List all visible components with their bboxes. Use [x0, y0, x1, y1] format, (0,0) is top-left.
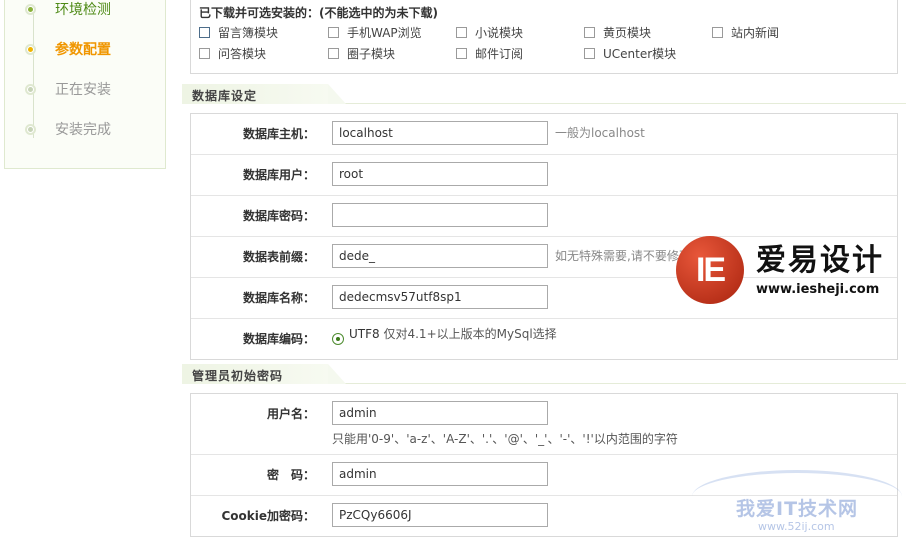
db-name-input[interactable]: [332, 285, 548, 309]
checkbox-icon[interactable]: [199, 27, 210, 38]
db-prefix-hint: 如无特殊需要,请不要修改: [555, 249, 691, 263]
step-dot-icon: [25, 43, 36, 55]
db-user-input[interactable]: [332, 162, 548, 186]
db-charset-row: 数据库编码： UTF8 仅对4.1+以上版本的MySql选择: [191, 319, 897, 359]
watermark-site-url: www.52ij.com: [758, 520, 835, 533]
module-ucenter-checkbox[interactable]: UCenter模块: [584, 45, 676, 62]
52ij-watermark: 我爱IT技术网 www.52ij.com: [688, 470, 906, 540]
module-sitenews-checkbox[interactable]: 站内新闻: [712, 24, 779, 41]
db-password-row: 数据库密码：: [191, 196, 897, 237]
step-dot-icon: [25, 83, 36, 95]
module-mail-checkbox[interactable]: 邮件订阅: [456, 45, 523, 62]
iesheji-watermark-logo: IE 爱易设计 www.iesheji.com: [676, 236, 884, 304]
watermark-brand: 爱易设计: [756, 242, 884, 278]
checkbox-icon[interactable]: [584, 27, 595, 38]
db-charset-label: 数据库编码：: [242, 332, 315, 346]
checkbox-icon[interactable]: [328, 27, 339, 38]
db-password-input[interactable]: [332, 203, 548, 227]
step-label: 正在安装: [55, 82, 111, 98]
admin-username-label: 用户名：: [266, 407, 315, 421]
checkbox-icon[interactable]: [456, 27, 467, 38]
watermark-url: www.iesheji.com: [756, 281, 880, 297]
module-yellowpage-checkbox[interactable]: 黄页模块: [584, 24, 651, 41]
modules-title: 已下载并可选安装的：(不能选中的为未下载): [199, 6, 438, 20]
step-label: 环境检测: [55, 2, 111, 18]
admin-username-input[interactable]: [332, 401, 548, 425]
db-host-label: 数据库主机：: [242, 127, 315, 141]
db-host-row: 数据库主机： 一般为localhost: [191, 114, 897, 155]
db-password-label: 数据库密码：: [242, 209, 315, 223]
checkbox-icon[interactable]: [199, 48, 210, 59]
charset-option: UTF8 仅对4.1+以上版本的MySql选择: [349, 325, 557, 342]
module-ask-checkbox[interactable]: 问答模块: [199, 45, 266, 62]
admin-section-title: 管理员初始密码: [192, 369, 284, 383]
checkbox-icon[interactable]: [584, 48, 595, 59]
step-complete: 安装完成: [25, 119, 111, 139]
charset-utf8-radio[interactable]: [332, 333, 344, 345]
module-novel-checkbox[interactable]: 小说模块: [456, 24, 523, 41]
step-label: 安装完成: [55, 122, 111, 138]
db-prefix-label: 数据表前缀：: [242, 250, 315, 264]
watermark-text: 爱易设计 www.iesheji.com: [756, 242, 884, 297]
step-label: 参数配置: [55, 42, 111, 58]
charset-utf8-label: UTF8: [349, 327, 380, 341]
step-env-check: 环境检测: [25, 0, 111, 19]
checkbox-icon[interactable]: [328, 48, 339, 59]
db-name-label: 数据库名称：: [242, 291, 315, 305]
db-section-header: 数据库设定: [182, 84, 346, 104]
charset-note: 仅对4.1+以上版本的MySql选择: [383, 327, 557, 341]
admin-section-header: 管理员初始密码: [182, 364, 346, 384]
modules-box: 已下载并可选安装的：(不能选中的为未下载) 留言簿模块 手机WAP浏览 小说模块…: [190, 0, 898, 74]
step-dot-icon: [25, 123, 36, 135]
checkbox-icon[interactable]: [456, 48, 467, 59]
db-host-hint: 一般为localhost: [555, 126, 645, 140]
admin-username-row: 用户名： 只能用'0-9'、'a-z'、'A-Z'、'.'、'@'、'_'、'-…: [191, 394, 897, 455]
watermark-site-name: 我爱IT技术网: [736, 498, 859, 520]
checkbox-icon[interactable]: [712, 27, 723, 38]
install-steps-panel: 环境检测 参数配置 正在安装 安装完成: [4, 0, 166, 169]
db-user-row: 数据库用户：: [191, 155, 897, 196]
step-dot-icon: [25, 3, 36, 15]
step-installing: 正在安装: [25, 79, 111, 99]
module-guestbook-checkbox[interactable]: 留言簿模块: [199, 24, 278, 41]
db-user-label: 数据库用户：: [242, 168, 315, 182]
module-wap-checkbox[interactable]: 手机WAP浏览: [328, 24, 422, 41]
cookie-key-label: Cookie加密码：: [221, 509, 315, 523]
admin-username-hint: 只能用'0-9'、'a-z'、'A-Z'、'.'、'@'、'_'、'-'、'!'…: [332, 432, 678, 446]
admin-password-label: 密 码：: [266, 468, 315, 482]
db-host-input[interactable]: [332, 121, 548, 145]
ie-logo-icon: IE: [676, 236, 744, 304]
admin-password-input[interactable]: [332, 462, 548, 486]
module-group-checkbox[interactable]: 圈子模块: [328, 45, 395, 62]
db-section-title: 数据库设定: [192, 89, 258, 103]
db-prefix-input[interactable]: [332, 244, 548, 268]
step-config: 参数配置: [25, 39, 111, 59]
cookie-key-input[interactable]: [332, 503, 548, 527]
